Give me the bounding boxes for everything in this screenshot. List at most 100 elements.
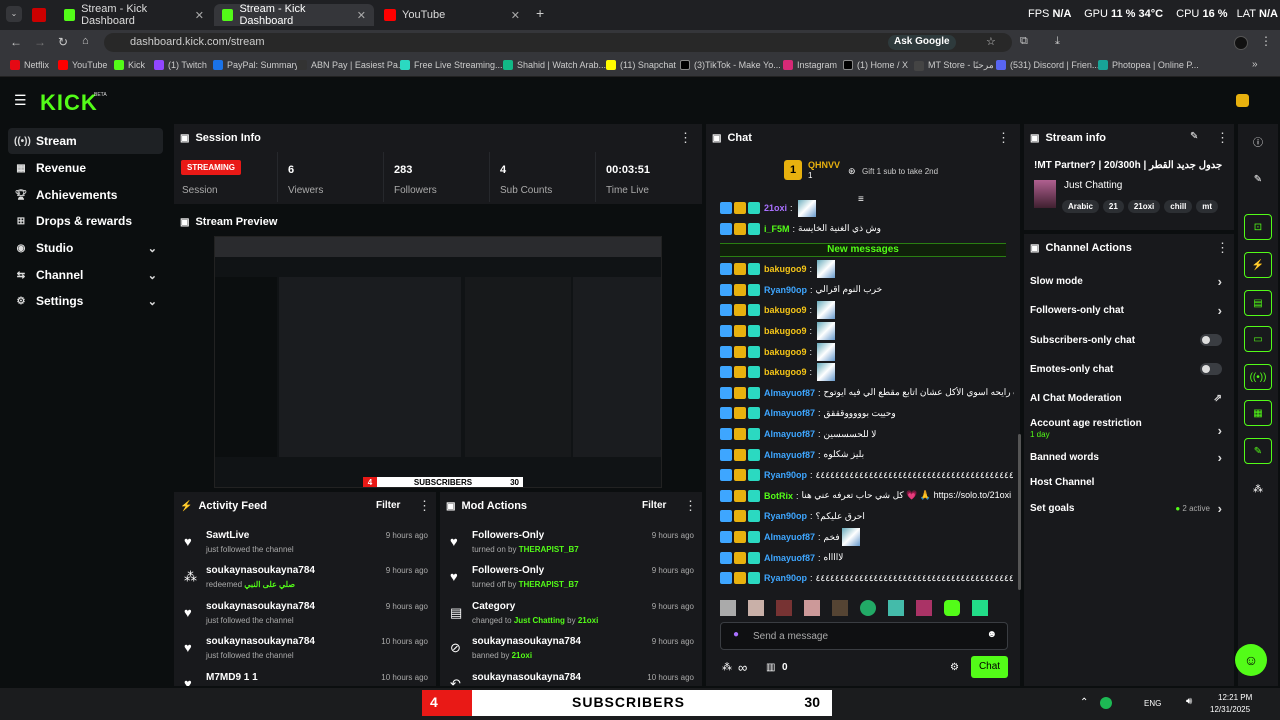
bookmark[interactable]: (3)TikTok - Make Yo... [680,60,781,70]
browser-menu-icon[interactable]: ⋮ [1260,34,1272,48]
bookmark[interactable]: (1) Twitch [154,60,207,70]
chat-username[interactable]: bakugoo9 [764,264,807,274]
tag[interactable]: mt [1196,200,1219,213]
kick-logo[interactable]: KICK [40,90,98,116]
gift-leaderboard[interactable]: 1 QHNVV 1 ⊛ Gift 1 sub to take 2nd [784,160,984,186]
chat-send-button[interactable]: Chat [971,656,1008,678]
bookmark[interactable]: Netflix [10,60,49,70]
nav-studio[interactable]: ◉ Studio ⌄ [8,235,163,261]
prediction-button[interactable]: ▦ [1244,400,1272,426]
bookmark[interactable]: PayPal: Summary [213,60,299,70]
mic-icon[interactable]: ● [733,629,739,640]
ai-moderation-row[interactable]: AI Chat Moderation ⇗ [1030,386,1222,410]
chat-username[interactable]: Ryan90op [764,470,807,480]
bookmark[interactable]: YouTube [58,60,107,70]
bookmark[interactable]: ABN Pay | Easiest Pa... [297,60,405,70]
close-tab-icon[interactable]: ✕ [357,9,366,22]
kebab-menu-icon[interactable]: ⋮ [997,130,1010,146]
slow-mode-row[interactable]: Slow mode › [1030,269,1222,293]
browser-tab[interactable]: Stream - Kick Dashboard ✕ [56,3,212,27]
kebab-menu-icon[interactable]: ⋮ [684,498,697,514]
followers-only-row[interactable]: Followers-only chat › [1030,298,1222,322]
activity-filter-button[interactable]: Filter [376,500,400,511]
clip-button[interactable]: ⊡ [1244,214,1272,240]
chat-username[interactable]: Ryan90op [764,285,807,295]
chat-username[interactable]: Almayuof87 [764,532,815,542]
chest-icon[interactable]: ▥ [766,662,775,673]
address-bar[interactable]: dashboard.kick.com/stream Ask Google ☆ [104,33,1012,52]
info-icon[interactable]: ⓘ [1244,128,1272,154]
new-messages-divider[interactable]: New messages [720,243,1006,258]
flash-button[interactable]: ⚡ [1244,252,1272,278]
chat-username[interactable]: Almayuof87 [764,450,815,460]
tag[interactable]: 21oxi [1127,200,1161,213]
tag[interactable]: Arabic [1062,200,1099,213]
chat-scrollbar[interactable] [1018,434,1021,590]
bookmark[interactable]: (1) Home / X [843,60,908,70]
tools-button[interactable]: ✎ [1244,438,1272,464]
home-icon[interactable]: ⌂ [82,35,89,47]
bookmark[interactable]: Shahid | Watch Arab... [503,60,606,70]
chat-username[interactable]: BotRix [764,491,793,501]
browser-tab-active[interactable]: Stream - Kick Dashboard ✕ [214,3,374,27]
redeem-icon[interactable]: ⁂ [722,662,732,673]
kebab-menu-icon[interactable]: ⋮ [1216,240,1229,256]
emote[interactable] [972,600,988,616]
forward-icon[interactable]: → [34,35,46,49]
close-tab-icon[interactable]: ✕ [511,9,520,22]
emote[interactable] [748,600,764,616]
emote[interactable] [804,600,820,616]
tag[interactable]: chill [1164,200,1193,213]
browser-tab[interactable]: YouTube ✕ [376,4,528,26]
nav-stream[interactable]: ((•)) Stream [8,128,163,154]
emote[interactable] [720,600,736,616]
chat-settings-icon[interactable]: ⚙ [950,662,959,673]
emotes-only-toggle[interactable] [1200,363,1222,375]
stream-preview-video[interactable]: 4 SUBSCRIBERS 30 [214,236,662,488]
chat-username[interactable]: bakugoo9 [764,367,807,377]
subscribers-only-toggle[interactable] [1200,334,1222,346]
bookmark[interactable]: Instagram [783,60,837,70]
poll-button[interactable]: ▤ [1244,290,1272,316]
new-tab-button[interactable]: + [536,5,544,21]
download-icon[interactable]: ⤓ [1055,35,1060,48]
reload-icon[interactable]: ↻ [58,35,68,49]
more-bookmarks-icon[interactable]: » [1252,59,1258,70]
chat-username[interactable]: i_F5M [764,224,790,234]
chat-input[interactable]: ● Send a message ☻ [720,622,1008,650]
nav-settings[interactable]: ⚙ Settings ⌄ [8,288,163,314]
ask-google-button[interactable]: Ask Google [888,35,956,50]
category-name[interactable]: Just Chatting [1064,180,1122,191]
nav-achievements[interactable]: 🏆︎ Achievements [8,182,163,208]
help-button[interactable]: ☺ [1235,644,1267,676]
chat-popout-button[interactable]: ▭ [1244,326,1272,352]
tag[interactable]: 21 [1102,200,1124,213]
chat-username[interactable]: Almayuof87 [764,408,815,418]
volume-icon[interactable]: 🔊︎ [1186,696,1192,707]
nav-channel[interactable]: ⇆ Channel ⌄ [8,262,163,288]
emote[interactable] [888,600,904,616]
emote[interactable] [916,600,932,616]
user-avatar[interactable] [1236,94,1249,107]
redeem-icon[interactable]: ⁂ [1244,476,1272,502]
host-channel-row[interactable]: Host Channel [1030,470,1222,494]
nav-drops-rewards[interactable]: ⊞ Drops & rewards [8,208,163,234]
hamburger-menu-icon[interactable]: ☰ [14,92,27,109]
bookmark[interactable]: (11) Snapchat [606,60,676,70]
chat-username[interactable]: bakugoo9 [764,326,807,336]
kebab-menu-icon[interactable]: ⋮ [418,498,431,514]
extensions-icon[interactable]: ⧉ [1020,35,1028,48]
chat-username[interactable]: Almayuof87 [764,429,815,439]
bookmark[interactable]: MT Store - مرحبًا [914,60,994,71]
banned-words-row[interactable]: Banned words › [1030,445,1222,469]
pinned-tab[interactable] [32,8,46,22]
emote[interactable] [944,600,960,616]
nav-revenue[interactable]: ▦ Revenue [8,155,163,181]
set-goals-row[interactable]: Set goals ● 2 active › [1030,496,1222,520]
emote[interactable] [860,600,876,616]
emote[interactable] [776,600,792,616]
bookmark[interactable]: Photopea | Online P... [1098,60,1199,70]
chat-username[interactable]: Ryan90op [764,573,807,583]
bookmark[interactable]: Free Live Streaming... [400,60,503,70]
edit-icon[interactable]: ✎ [1244,166,1272,192]
